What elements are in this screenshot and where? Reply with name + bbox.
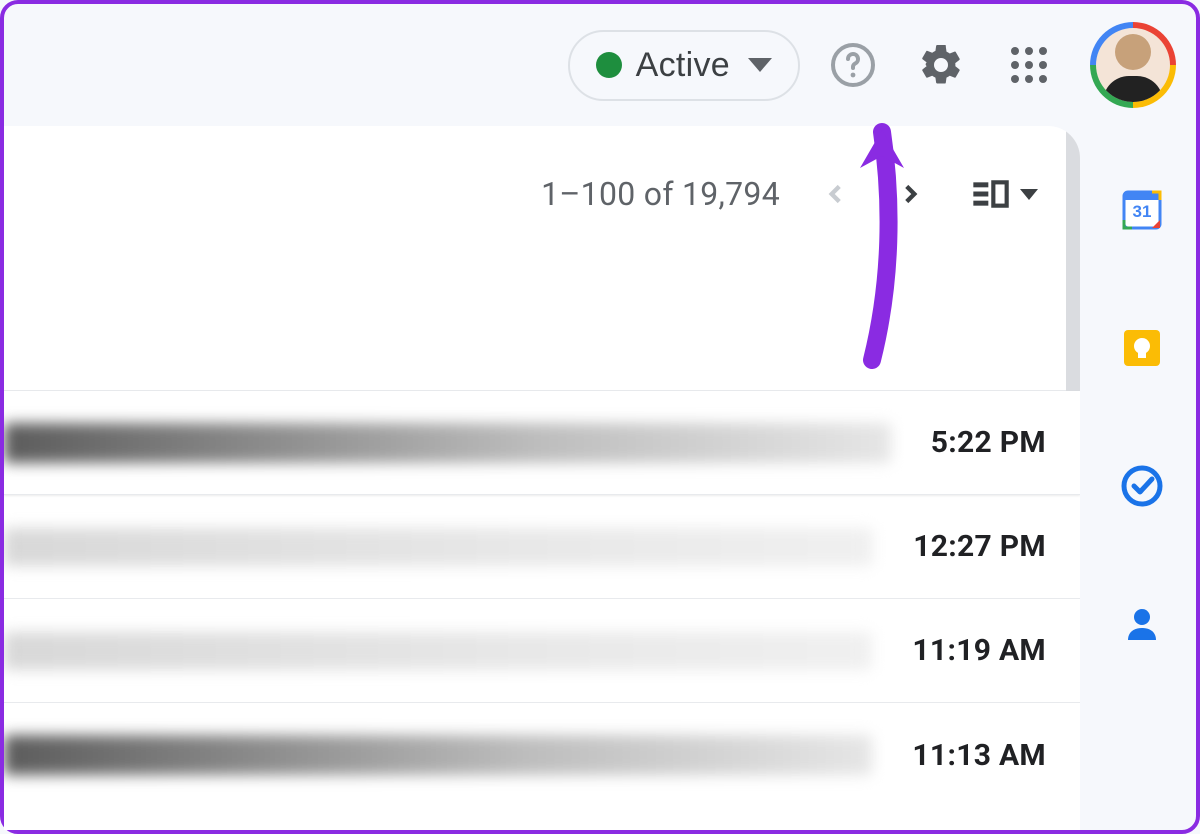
calendar-icon: 31 xyxy=(1118,186,1166,234)
avatar-image xyxy=(1096,28,1170,102)
support-button[interactable] xyxy=(818,30,888,100)
toggle-split-pane-button[interactable] xyxy=(970,174,1038,214)
email-time: 11:19 AM xyxy=(912,633,1046,668)
mail-panel: 1–100 of 19,794 5:22 PM xyxy=(4,126,1080,830)
chat-status-button[interactable]: Active xyxy=(568,30,800,101)
email-row[interactable]: 5:22 PM xyxy=(4,391,1080,495)
email-subject-blurred xyxy=(4,735,872,775)
contacts-icon xyxy=(1118,600,1166,648)
svg-text:31: 31 xyxy=(1133,202,1152,221)
chevron-left-icon xyxy=(823,181,849,207)
status-label: Active xyxy=(636,46,730,85)
google-apps-button[interactable] xyxy=(994,30,1064,100)
email-time: 11:13 AM xyxy=(912,738,1046,773)
chevron-right-icon xyxy=(897,181,923,207)
app-header: Active xyxy=(4,4,1196,126)
email-time: 12:27 PM xyxy=(913,529,1046,564)
contacts-app-button[interactable] xyxy=(1116,598,1168,650)
side-panel: 31 xyxy=(1088,126,1196,830)
status-dot-icon xyxy=(596,52,622,78)
email-row[interactable]: 11:13 AM xyxy=(4,703,1080,807)
pagination-count: 1–100 of 19,794 xyxy=(541,175,780,213)
keep-app-button[interactable] xyxy=(1116,322,1168,374)
email-time: 5:22 PM xyxy=(931,425,1046,460)
tasks-app-button[interactable] xyxy=(1116,460,1168,512)
apps-grid-icon xyxy=(1005,41,1053,89)
chevron-down-icon xyxy=(748,58,772,72)
chevron-down-icon xyxy=(1020,189,1038,200)
email-subject-blurred xyxy=(4,632,872,670)
split-pane-icon xyxy=(970,174,1010,214)
help-icon xyxy=(829,41,877,89)
calendar-app-button[interactable]: 31 xyxy=(1116,184,1168,236)
email-list: 5:22 PM 12:27 PM 11:19 AM 11:13 AM xyxy=(4,390,1080,807)
email-subject-blurred xyxy=(4,528,873,566)
email-subject-blurred xyxy=(4,423,891,463)
gear-icon xyxy=(917,41,965,89)
newer-button[interactable] xyxy=(810,168,862,220)
tasks-icon xyxy=(1118,462,1166,510)
mail-toolbar: 1–100 of 19,794 xyxy=(4,126,1080,240)
email-row[interactable]: 11:19 AM xyxy=(4,599,1080,703)
older-button[interactable] xyxy=(884,168,936,220)
content-area: 1–100 of 19,794 5:22 PM xyxy=(4,126,1196,830)
settings-button[interactable] xyxy=(906,30,976,100)
account-avatar[interactable] xyxy=(1090,22,1176,108)
keep-icon xyxy=(1118,324,1166,372)
email-row[interactable]: 12:27 PM xyxy=(4,495,1080,599)
